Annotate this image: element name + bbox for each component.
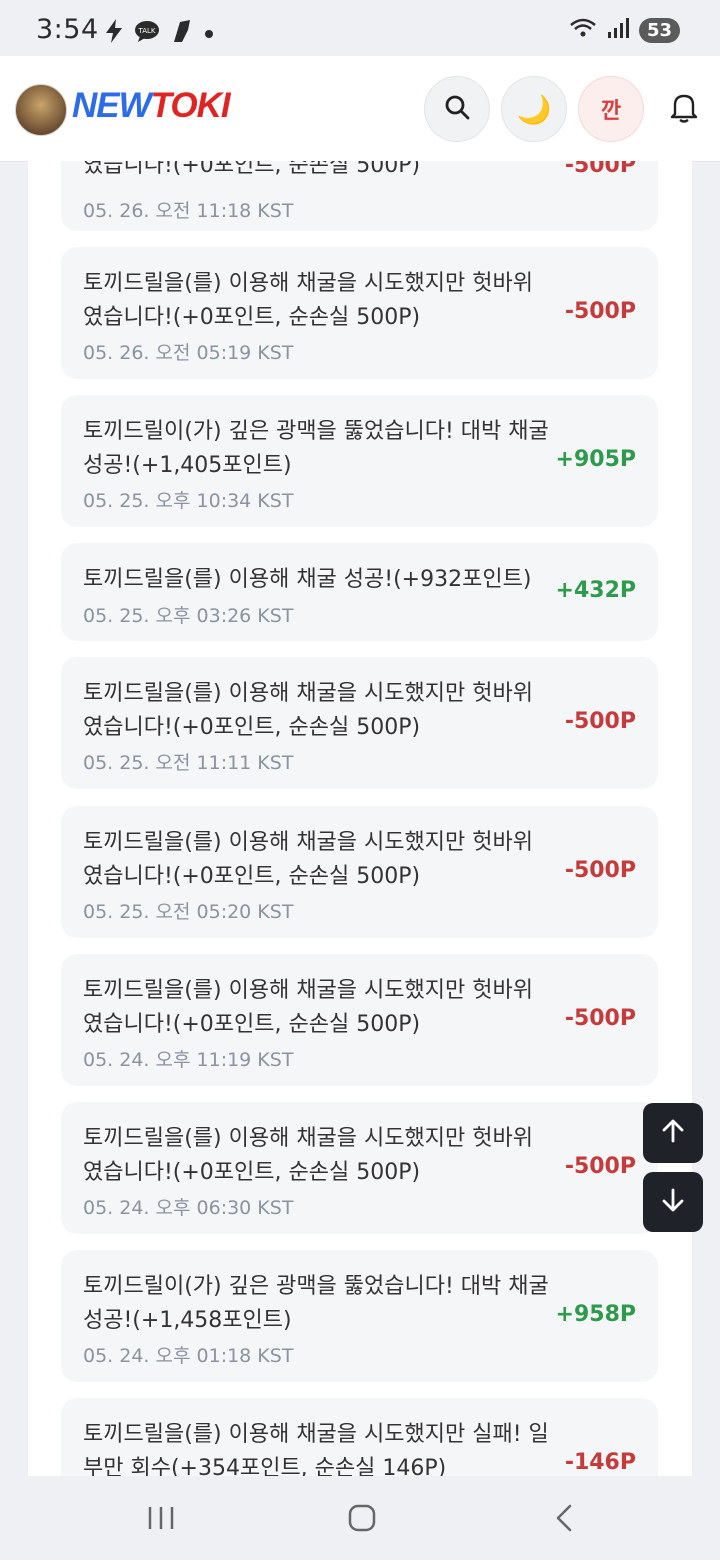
notification-button[interactable]	[664, 90, 704, 130]
history-time: 05. 25. 오후 03:26 KST	[83, 605, 294, 627]
history-points: -500P	[564, 858, 636, 883]
app-icon	[170, 18, 194, 48]
system-nav-bar	[0, 1476, 720, 1560]
dark-mode-button[interactable]: 🌙	[501, 76, 567, 142]
battery-indicator: 53	[638, 17, 680, 43]
history-item: 토끼드릴을(를) 이용해 채굴을 시도했지만 헛바위였습니다!(+0포인트, 순…	[61, 954, 658, 1086]
back-icon	[552, 1503, 576, 1537]
recent-apps-button[interactable]	[141, 1500, 181, 1540]
history-message: 토끼드릴이(가) 깊은 광맥을 뚫었습니다! 대박 채굴 성공!(+1,458포…	[83, 1274, 549, 1333]
history-item: 토끼드릴을(를) 이용해 채굴 성공!(+932포인트) 05. 25. 오후 …	[61, 543, 658, 641]
point-history-list[interactable]: 였습니다!(+0포인트, 순손실 500P) 05. 26. 오전 11:18 …	[28, 161, 692, 1476]
moon-icon: 🌙	[516, 92, 552, 126]
history-time: 05. 26. 오전 11:18 KST	[83, 200, 294, 222]
history-points: +432P	[555, 578, 636, 603]
history-time: 05. 24. 오후 06:30 KST	[83, 1197, 294, 1219]
history-message: 토끼드릴을(를) 이용해 채굴을 시도했지만 헛바위였습니다!(+0포인트, 순…	[83, 271, 533, 330]
history-time: 05. 25. 오전 05:20 KST	[83, 901, 294, 923]
history-time: 05. 24. 오후 11:19 KST	[83, 1049, 294, 1071]
history-message: 토끼드릴을(를) 이용해 채굴 성공!(+932포인트)	[83, 567, 532, 592]
history-time: 05. 24. 오후 01:18 KST	[83, 1345, 294, 1367]
logo-text-toki: TOKI	[150, 86, 231, 125]
history-item: 토끼드릴을(를) 이용해 채굴을 시도했지만 실패! 일부만 회수(+354포인…	[61, 1398, 658, 1476]
history-item: 토끼드릴을(를) 이용해 채굴을 시도했지만 헛바위였습니다!(+0포인트, 순…	[61, 806, 658, 938]
search-icon	[443, 93, 471, 125]
talk-icon: TALK	[134, 20, 160, 46]
notification-icons: TALK	[104, 18, 214, 48]
svg-text:TALK: TALK	[137, 27, 155, 35]
signal-icon	[607, 17, 629, 43]
history-item: 였습니다!(+0포인트, 순손실 500P) 05. 26. 오전 11:18 …	[61, 161, 658, 231]
dot-icon	[204, 24, 214, 43]
history-points: -146P	[564, 1450, 636, 1475]
history-item: 토끼드릴이(가) 깊은 광맥을 뚫었습니다! 대박 채굴 성공!(+1,458포…	[61, 1250, 658, 1382]
history-message: 였습니다!(+0포인트, 순손실 500P)	[83, 161, 421, 178]
history-points: -500P	[564, 299, 636, 324]
search-button[interactable]	[424, 76, 490, 142]
history-time: 05. 25. 오전 11:11 KST	[83, 752, 294, 774]
history-time: 05. 26. 오전 05:19 KST	[83, 342, 294, 364]
bolt-icon	[104, 19, 124, 47]
scroll-top-button[interactable]	[643, 1103, 703, 1163]
history-points: -500P	[564, 709, 636, 734]
history-item: 토끼드릴을(를) 이용해 채굴을 시도했지만 헛바위였습니다!(+0포인트, 순…	[61, 657, 658, 789]
wifi-icon	[569, 17, 597, 43]
history-time: 05. 25. 오후 10:34 KST	[83, 490, 294, 512]
history-message: 토끼드릴이(가) 깊은 광맥을 뚫었습니다! 대박 채굴 성공!(+1,405포…	[83, 419, 549, 478]
history-message: 토끼드릴을(를) 이용해 채굴을 시도했지만 헛바위였습니다!(+0포인트, 순…	[83, 978, 533, 1037]
history-item: 토끼드릴을(를) 이용해 채굴을 시도했지만 헛바위였습니다!(+0포인트, 순…	[61, 1102, 658, 1234]
history-points: -500P	[564, 161, 636, 178]
arrow-up-icon	[660, 1118, 686, 1148]
history-item: 토끼드릴이(가) 깊은 광맥을 뚫었습니다! 대박 채굴 성공!(+1,405포…	[61, 395, 658, 527]
arrow-down-icon	[660, 1187, 686, 1217]
scroll-bottom-button[interactable]	[643, 1172, 703, 1232]
kkan-button[interactable]: 깐	[578, 76, 644, 142]
history-points: +905P	[555, 447, 636, 472]
history-message: 토끼드릴을(를) 이용해 채굴을 시도했지만 실패! 일부만 회수(+354포인…	[83, 1422, 549, 1476]
status-time: 3:54	[36, 14, 99, 45]
history-points: -500P	[564, 1154, 636, 1179]
bell-icon	[669, 92, 699, 128]
history-message: 토끼드릴을(를) 이용해 채굴을 시도했지만 헛바위였습니다!(+0포인트, 순…	[83, 830, 533, 889]
kkan-label: 깐	[600, 99, 622, 124]
recent-apps-icon	[146, 1504, 176, 1536]
app-header: NEWTOKI 🌙 깐	[0, 56, 720, 162]
logo-text-new: NEW	[72, 86, 152, 125]
history-item: 토끼드릴을(를) 이용해 채굴을 시도했지만 헛바위였습니다!(+0포인트, 순…	[61, 247, 658, 379]
history-points: -500P	[564, 1006, 636, 1031]
back-button[interactable]	[544, 1500, 584, 1540]
history-points: +958P	[555, 1302, 636, 1327]
history-message: 토끼드릴을(를) 이용해 채굴을 시도했지만 헛바위였습니다!(+0포인트, 순…	[83, 1126, 533, 1185]
status-bar: 3:54 TALK 53	[0, 0, 720, 56]
site-logo[interactable]: NEWTOKI	[72, 86, 231, 126]
logo-avatar[interactable]	[15, 84, 67, 136]
home-icon	[347, 1503, 377, 1537]
status-right-icons: 53	[569, 17, 680, 43]
home-button[interactable]	[342, 1500, 382, 1540]
history-message: 토끼드릴을(를) 이용해 채굴을 시도했지만 헛바위였습니다!(+0포인트, 순…	[83, 681, 533, 740]
